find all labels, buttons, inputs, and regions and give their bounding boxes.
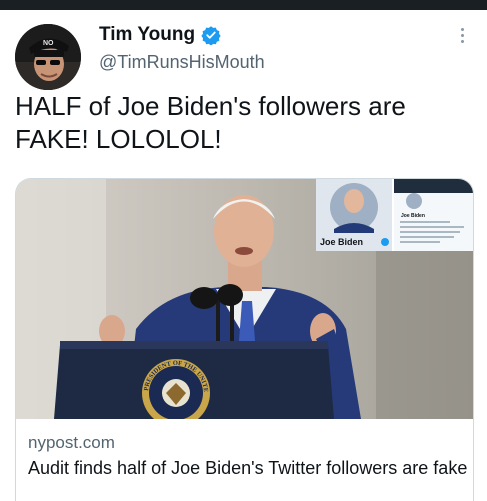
link-card-image[interactable]: PRESIDENT OF THE UNITED Joe Biden Joe Bi… (16, 179, 473, 419)
verified-badge-icon (201, 25, 221, 46)
link-card[interactable]: PRESIDENT OF THE UNITED Joe Biden Joe Bi… (15, 178, 474, 501)
link-card-meta: nypost.com Audit finds half of Joe Biden… (16, 419, 473, 501)
more-options-icon[interactable] (459, 28, 465, 48)
author-row: Tim Young (99, 22, 221, 48)
author-display-name[interactable]: Tim Young (99, 24, 195, 46)
author-handle[interactable]: @TimRunsHisMouth (99, 52, 265, 73)
tweet: NO Tim Young @TimRunsHisMouth HALF of Jo… (0, 10, 487, 501)
avatar-photo: NO (15, 24, 81, 90)
status-bar (0, 0, 487, 10)
tweet-text: HALF of Joe Biden's followers are FAKE! … (15, 91, 406, 154)
inset-profile-name: Joe Biden (320, 237, 363, 247)
svg-text:NO: NO (43, 40, 54, 47)
inset-mini-name: Joe Biden (401, 213, 425, 219)
avatar[interactable]: NO (15, 24, 81, 90)
link-card-domain: nypost.com (28, 433, 115, 452)
biden-speaking-photo: PRESIDENT OF THE UNITED Joe Biden Joe Bi… (16, 179, 473, 419)
link-card-title[interactable]: Audit finds half of Joe Biden's Twitter … (28, 456, 468, 480)
